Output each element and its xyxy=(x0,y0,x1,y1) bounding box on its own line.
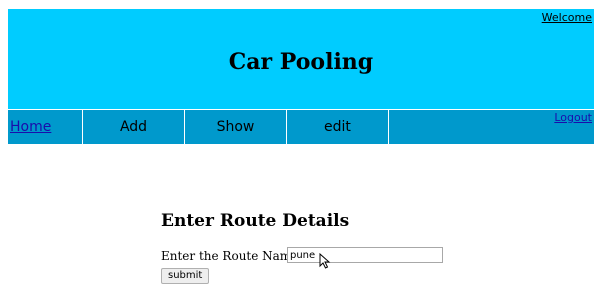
route-field-row: Enter the Route Name: xyxy=(161,247,443,263)
header: Welcome Car Pooling xyxy=(8,9,594,109)
form-heading: Enter Route Details xyxy=(161,211,350,231)
nav-item-add[interactable]: Add xyxy=(83,110,185,144)
route-name-input[interactable] xyxy=(287,247,443,263)
nav-item-home-label[interactable]: Home xyxy=(8,119,51,135)
nav-item-home[interactable]: Home xyxy=(8,110,83,144)
mouse-pointer-icon xyxy=(319,253,331,269)
submit-button[interactable]: submit xyxy=(161,268,210,284)
route-name-label: Enter the Route Name: xyxy=(161,249,303,263)
nav-item-show[interactable]: Show xyxy=(185,110,287,144)
nav-item-edit[interactable]: edit xyxy=(287,110,389,144)
welcome-link[interactable]: Welcome xyxy=(542,11,592,24)
route-form: Enter Route Details Enter the Route Name… xyxy=(161,211,443,284)
nav-bar: Home Add Show edit Logout xyxy=(8,109,594,144)
page: Welcome Car Pooling Home Add Show edit L… xyxy=(0,0,594,285)
logout-link[interactable]: Logout xyxy=(554,111,592,125)
site-title: Car Pooling xyxy=(228,49,374,75)
